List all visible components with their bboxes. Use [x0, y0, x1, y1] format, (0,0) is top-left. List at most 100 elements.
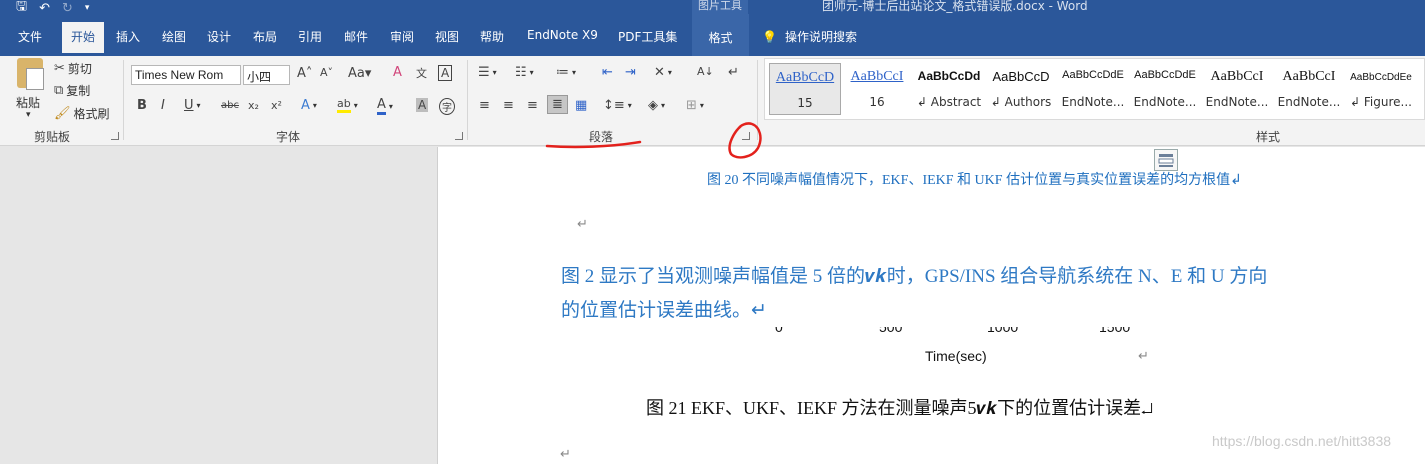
tab-layout[interactable]: 布局 — [253, 28, 277, 45]
text-effects-button[interactable]: A ▾ — [301, 98, 317, 113]
style-sample: AaBbCcI — [1282, 69, 1336, 84]
style-item[interactable]: AaBbCcI EndNote... — [1273, 63, 1345, 115]
style-sample: AaBbCcDdE — [1062, 69, 1124, 81]
numbering-button[interactable]: ☷ ▾ — [515, 65, 534, 80]
body-text-line-1: 图 2 显示了当观测噪声幅值是 5 倍的𝒗𝒌时，GPS/INS 组合导航系统在 … — [561, 266, 1268, 287]
style-item[interactable]: AaBbCcD ↲ Authors — [985, 63, 1057, 115]
tab-mailings[interactable]: 邮件 — [344, 28, 368, 45]
phonetic-guide-button[interactable]: 文 — [416, 65, 427, 81]
highlight-button[interactable]: ab ▾ — [337, 97, 358, 113]
superscript-button[interactable]: x² — [271, 99, 282, 112]
paste-paper-icon — [26, 68, 44, 90]
style-item[interactable]: AaBbCcDdEe ↲ Figure... — [1345, 63, 1417, 115]
style-item[interactable]: AaBbCcDd ↲ Abstract — [913, 63, 985, 115]
decrease-indent-icon: ⇤ — [602, 65, 613, 80]
figure-axis-crop: 0 500 1000 1500 Time(sec) — [768, 327, 1188, 367]
tell-me-search[interactable]: 💡 操作说明搜索 — [762, 28, 857, 45]
tab-picture-format[interactable]: 格式 — [692, 14, 749, 56]
style-item[interactable]: AaBbCcI EndNote... — [1201, 63, 1273, 115]
shading-button[interactable]: ◈ ▾ — [648, 98, 665, 113]
underline-button[interactable]: U ▾ — [184, 98, 201, 113]
multilevel-list-button[interactable]: ≔ ▾ — [556, 65, 576, 80]
align-left-icon: ≡ — [479, 98, 490, 113]
watermark: https://blog.csdn.net/hitt3838 — [1212, 433, 1392, 449]
clipboard-launcher-icon[interactable] — [111, 132, 119, 140]
style-item[interactable]: AaBbCcDdE EndNote... — [1129, 63, 1201, 115]
tab-review[interactable]: 审阅 — [390, 28, 414, 45]
customize-qat-icon[interactable]: ▾ — [85, 3, 90, 13]
tab-home[interactable]: 开始 — [62, 22, 105, 53]
clear-format-button[interactable]: A — [393, 65, 402, 80]
style-name: ↲ Abstract — [916, 95, 982, 109]
bold-icon: B — [137, 98, 147, 113]
chinese-layout-button[interactable]: ✕ ▾ — [654, 65, 672, 80]
tab-endnote[interactable]: EndNote X9 — [527, 28, 598, 42]
tab-pdf-tools[interactable]: PDF工具集 — [618, 28, 677, 45]
font-size-combo[interactable]: 小四 — [243, 65, 290, 85]
copy-button[interactable]: ⧉ 复制 — [54, 82, 90, 99]
char-border-button[interactable]: A — [438, 65, 453, 81]
subscript-button[interactable]: x₂ — [248, 99, 259, 112]
layout-options-icon[interactable] — [1154, 149, 1178, 171]
highlighter-icon: ab — [337, 97, 351, 113]
document-title: 团师元-博士后出站论文_格式错误版.docx - Word — [822, 0, 1088, 13]
paste-button[interactable]: 粘贴 — [16, 94, 40, 111]
char-border-icon: A — [438, 65, 453, 81]
tab-insert[interactable]: 插入 — [116, 28, 140, 45]
align-right-button[interactable]: ≡ — [527, 98, 538, 113]
font-name-combo[interactable]: Times New Rom — [131, 65, 241, 85]
char-shading-button[interactable]: A — [416, 98, 429, 112]
paragraph-mark: ↵ — [1138, 349, 1149, 364]
enclose-char-button[interactable]: 字 — [439, 98, 455, 115]
bold-button[interactable]: B — [137, 98, 147, 113]
axis-tick-label: 0 — [775, 327, 783, 335]
tab-design[interactable]: 设计 — [207, 28, 231, 45]
layout-options-glyph — [1158, 154, 1174, 167]
document-page[interactable]: 图 20 不同噪声幅值情况下，EKF、IEKF 和 UKF 估计位置与真实位置误… — [437, 147, 1425, 464]
font-color-button[interactable]: A ▾ — [377, 97, 393, 115]
paste-dropdown-icon[interactable]: ▾ — [26, 110, 31, 120]
style-sample: AaBbCcI — [850, 69, 904, 84]
numbering-icon: ☷ — [515, 65, 527, 80]
decrease-indent-button[interactable]: ⇤ — [602, 65, 613, 80]
tab-draw[interactable]: 绘图 — [162, 28, 186, 45]
tab-file[interactable]: 文件 — [18, 28, 42, 45]
style-sample: AaBbCcD — [775, 70, 835, 85]
tab-view[interactable]: 视图 — [435, 28, 459, 45]
style-item[interactable]: AaBbCcDdE EndNote... — [1057, 63, 1129, 115]
italic-button[interactable]: I — [161, 98, 165, 113]
line-spacing-button[interactable]: ↕≡ ▾ — [603, 98, 632, 113]
style-name: EndNote... — [1205, 95, 1269, 109]
clipboard-group-label: 剪贴板 — [34, 130, 71, 144]
scissors-icon: ✂ — [54, 61, 65, 76]
change-case-button[interactable]: Aa▾ — [348, 66, 371, 81]
axis-tick-label: 1000 — [987, 327, 1019, 335]
format-painter-button[interactable]: 🖌 格式刷 — [54, 105, 110, 122]
tab-references[interactable]: 引用 — [298, 28, 322, 45]
align-center-button[interactable]: ≡ — [503, 98, 514, 113]
group-divider — [467, 60, 468, 140]
brush-icon: 🖌 — [54, 106, 71, 121]
shrink-font-icon: A˅ — [320, 66, 334, 79]
justify-button[interactable]: ≣ — [547, 95, 568, 114]
borders-button[interactable]: ⊞ ▾ — [686, 98, 704, 113]
show-marks-button[interactable]: ↵ — [728, 65, 739, 80]
font-launcher-icon[interactable] — [455, 132, 463, 140]
shrink-font-button[interactable]: A˅ — [320, 66, 333, 79]
style-sample: AaBbCcDdEe — [1350, 72, 1412, 83]
cut-button[interactable]: ✂ 剪切 — [54, 60, 92, 77]
style-item[interactable]: AaBbCcI 16 — [841, 63, 913, 115]
grow-font-button[interactable]: A˄ — [297, 66, 312, 81]
bullets-button[interactable]: ☰ ▾ — [478, 65, 497, 80]
tab-help[interactable]: 帮助 — [480, 28, 504, 45]
distributed-button[interactable]: ▦ — [575, 98, 587, 113]
paragraph-launcher-icon[interactable] — [742, 132, 750, 140]
strikethrough-button[interactable]: abc — [221, 100, 239, 111]
increase-indent-button[interactable]: ⇥ — [625, 65, 636, 80]
style-item[interactable]: AaBbCcD 15 — [769, 63, 841, 115]
align-left-button[interactable]: ≡ — [479, 98, 490, 113]
sort-button[interactable]: A↓ — [697, 65, 714, 78]
figure-caption-20: 图 20 不同噪声幅值情况下，EKF、IEKF 和 UKF 估计位置与真实位置误… — [707, 173, 1242, 188]
eraser-icon: A — [393, 65, 402, 80]
axis-tick-label: 500 — [879, 327, 903, 335]
